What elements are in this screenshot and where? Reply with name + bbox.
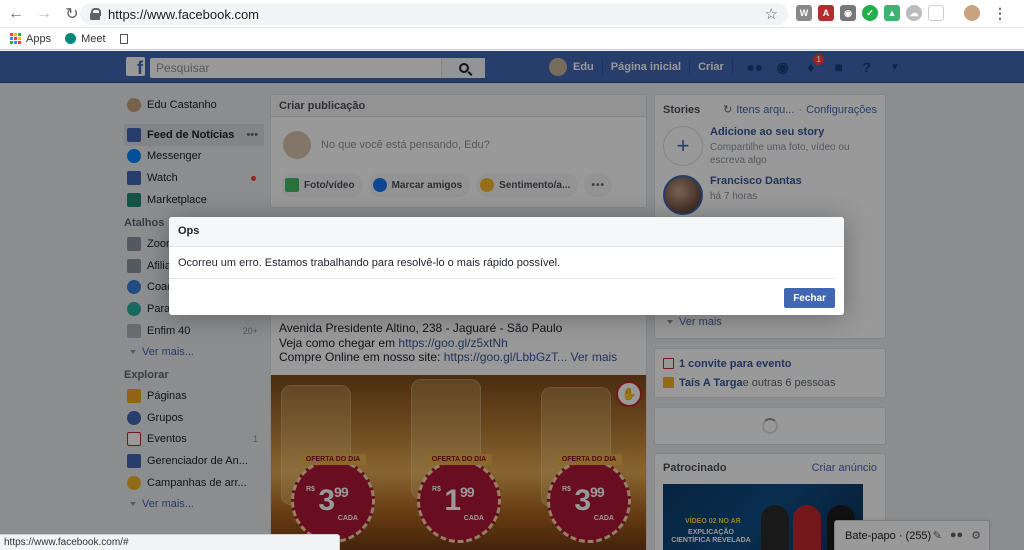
- extension-pdf-icon[interactable]: A: [818, 5, 834, 21]
- status-bar-url: https://www.facebook.com/#: [0, 534, 340, 550]
- url-text[interactable]: https://www.facebook.com: [108, 7, 259, 22]
- bookmark-page[interactable]: [119, 33, 128, 44]
- bookmark-apps[interactable]: Apps: [10, 33, 51, 45]
- chrome-menu-icon[interactable]: ⋮: [992, 5, 1008, 21]
- close-button[interactable]: Fechar: [784, 288, 835, 308]
- dialog-footer: Fechar: [169, 279, 844, 317]
- bookmark-apps-label: Apps: [26, 32, 52, 45]
- apps-grid-icon: [10, 33, 21, 44]
- dialog-title: Ops: [169, 217, 844, 247]
- extension-camera-icon[interactable]: ◉: [840, 5, 856, 21]
- extensions: W A ◉ ✓ ▲ ☁ ⋮: [796, 5, 1008, 21]
- error-dialog: Ops Ocorreu um erro. Estamos trabalhando…: [169, 217, 844, 315]
- browser-toolbar: ← → ↻ https://www.facebook.com ☆ W A ◉ ✓…: [0, 0, 1024, 28]
- bookmark-meet[interactable]: Meet: [65, 32, 106, 45]
- back-icon[interactable]: ←: [4, 2, 28, 26]
- extension-green-icon[interactable]: ▲: [884, 5, 900, 21]
- profile-avatar-icon[interactable]: [964, 5, 980, 21]
- extension-box-icon[interactable]: [928, 5, 944, 21]
- extension-cloud-icon[interactable]: ☁: [906, 5, 922, 21]
- extension-w-icon[interactable]: W: [796, 5, 812, 21]
- bookmark-meet-label: Meet: [81, 32, 106, 45]
- dialog-message: Ocorreu um erro. Estamos trabalhando par…: [169, 247, 835, 279]
- extension-check-icon[interactable]: ✓: [862, 5, 878, 21]
- address-bar[interactable]: https://www.facebook.com ☆: [80, 3, 788, 25]
- meet-icon: [65, 33, 77, 44]
- forward-icon[interactable]: →: [32, 2, 56, 26]
- bookmark-star-icon[interactable]: ☆: [765, 5, 778, 23]
- page-icon: [119, 33, 128, 44]
- lock-icon: [90, 8, 101, 20]
- bookmarks-bar: Apps Meet: [0, 28, 1024, 50]
